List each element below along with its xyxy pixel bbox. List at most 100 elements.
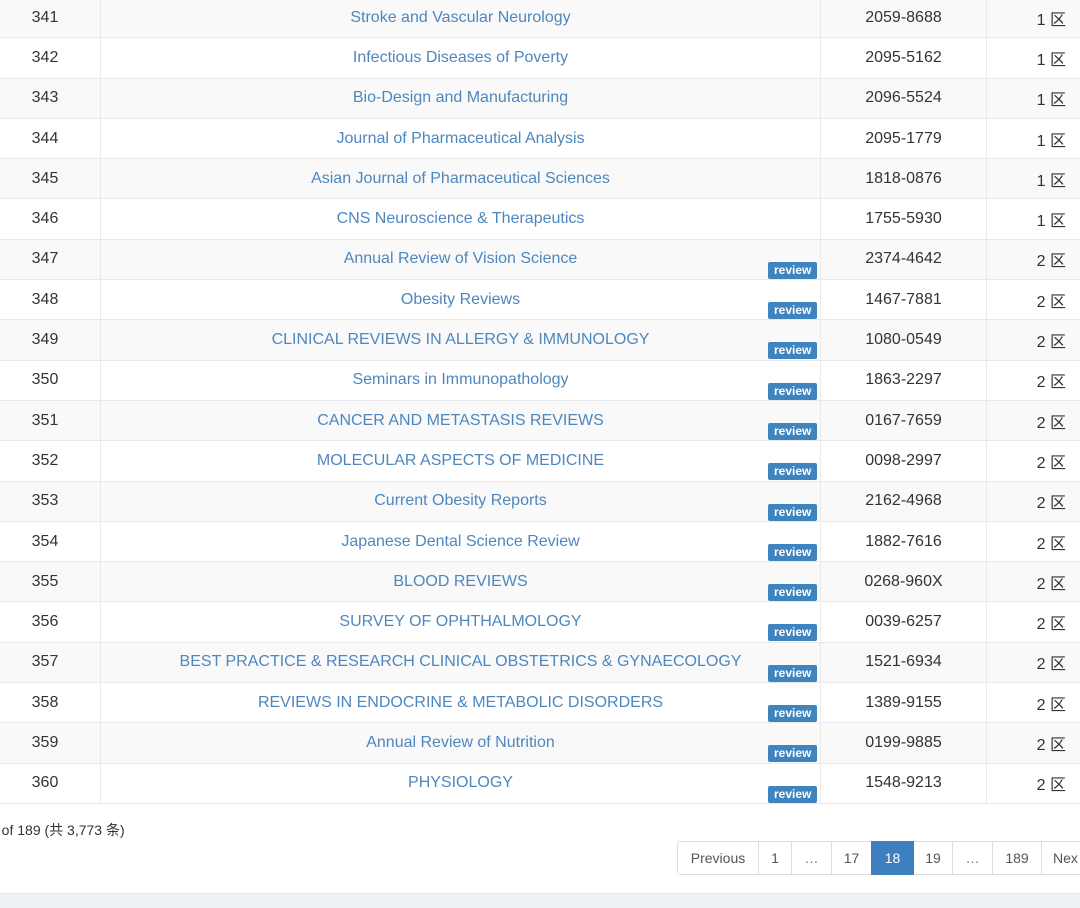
journal-name-link[interactable]: CLINICAL REVIEWS IN ALLERGY & IMMUNOLOGY — [272, 331, 650, 349]
rank-text: 353 — [31, 492, 59, 510]
issn-text: 1548-9213 — [865, 774, 942, 792]
zone-cell: 2 区 — [987, 764, 1080, 803]
table-row: 341 Stroke and Vascular Neurology 2059-8… — [0, 0, 1080, 39]
review-badge: review — [768, 503, 818, 521]
next-page-button[interactable]: Nex — [1041, 841, 1080, 875]
footer-band — [0, 893, 1080, 908]
table-row: 346 CNS Neuroscience & Therapeutics 1755… — [0, 199, 1080, 240]
rank-cell: 347 — [0, 239, 101, 280]
rank-text: 359 — [31, 733, 59, 751]
rank-cell: 356 — [0, 602, 101, 642]
journal-name-link[interactable]: Annual Review of Nutrition — [366, 734, 555, 752]
zone-cell: 1 区 — [987, 119, 1080, 158]
rank-cell: 343 — [0, 78, 101, 118]
journal-name-cell: REVIEWS IN ENDOCRINE & METABOLIC DISORDE… — [101, 683, 821, 723]
zone-text: 1 区 — [1036, 172, 1066, 190]
rank-cell: 352 — [0, 441, 101, 481]
journal-name-cell: Seminars in Immunopathology — [101, 360, 821, 400]
journal-name-link[interactable]: Obesity Reviews — [401, 291, 520, 309]
rank-cell: 354 — [0, 521, 101, 562]
issn-cell: 1818-0876 — [821, 159, 987, 199]
issn-text: 0167-7659 — [865, 411, 942, 429]
issn-text: 1882-7616 — [865, 532, 942, 550]
zone-text: 2 区 — [1036, 616, 1066, 634]
journal-name-link[interactable]: PHYSIOLOGY — [408, 774, 513, 792]
issn-text: 2374-4642 — [865, 250, 942, 268]
zone-text: 2 区 — [1036, 696, 1066, 714]
review-badge: review — [768, 664, 818, 682]
issn-cell: 2162-4968 — [821, 481, 987, 521]
zone-cell: 2 区 — [987, 482, 1080, 521]
page-19-button[interactable]: 19 — [913, 841, 953, 875]
rank-cell: 359 — [0, 723, 101, 763]
current-page-button[interactable]: 18 — [871, 841, 914, 875]
journal-name-link[interactable]: CANCER AND METASTASIS REVIEWS — [317, 412, 604, 430]
issn-cell: 0039-6257 — [821, 602, 987, 642]
previous-page-button[interactable]: Previous — [677, 841, 759, 875]
rank-text: 357 — [31, 653, 59, 671]
zone-text: 2 区 — [1036, 656, 1066, 674]
journal-name-cell: Asian Journal of Pharmaceutical Sciences — [101, 159, 821, 199]
journal-name-cell: SURVEY OF OPHTHALMOLOGY — [101, 602, 821, 642]
page-17-button[interactable]: 17 — [831, 841, 872, 875]
zone-text: 1 区 — [1036, 51, 1066, 69]
issn-text: 2096-5524 — [865, 89, 942, 107]
journal-name-link[interactable]: BEST PRACTICE & RESEARCH CLINICAL OBSTET… — [180, 653, 742, 671]
rank-text: 347 — [31, 250, 59, 268]
journal-name-link[interactable]: BLOOD REVIEWS — [393, 573, 527, 591]
review-badge: review — [768, 785, 818, 803]
page-1-button[interactable]: 1 — [758, 841, 792, 875]
review-badge: review — [768, 705, 818, 723]
table-row: 356 SURVEY OF OPHTHALMOLOGY review 0039-… — [0, 602, 1080, 643]
zone-cell: 2 区 — [987, 361, 1080, 400]
rank-cell: 358 — [0, 683, 101, 723]
issn-cell: 2095-5162 — [821, 38, 987, 78]
journal-name-link[interactable]: SURVEY OF OPHTHALMOLOGY — [339, 613, 581, 631]
issn-cell: 1882-7616 — [821, 521, 987, 562]
journal-name-link[interactable]: Stroke and Vascular Neurology — [350, 9, 570, 27]
rank-text: 352 — [31, 451, 59, 469]
zone-cell: 1 区 — [987, 0, 1080, 37]
zone-text: 2 区 — [1036, 253, 1066, 271]
journal-name-cell: Bio-Design and Manufacturing — [101, 78, 821, 118]
zone-text: 2 区 — [1036, 293, 1066, 311]
rank-cell: 345 — [0, 159, 101, 199]
zone-cell: 1 区 — [987, 38, 1080, 77]
journal-name-link[interactable]: REVIEWS IN ENDOCRINE & METABOLIC DISORDE… — [258, 694, 663, 712]
issn-text: 0098-2997 — [865, 451, 942, 469]
table-row: 358 REVIEWS IN ENDOCRINE & METABOLIC DIS… — [0, 683, 1080, 724]
page-189-button[interactable]: 189 — [992, 841, 1042, 875]
table-row: 343 Bio-Design and Manufacturing 2096-55… — [0, 78, 1080, 119]
journal-name-link[interactable]: CNS Neuroscience & Therapeutics — [337, 210, 585, 228]
table-row: 344 Journal of Pharmaceutical Analysis 2… — [0, 118, 1080, 160]
rank-text: 342 — [31, 48, 59, 66]
journal-name-link[interactable]: Japanese Dental Science Review — [341, 533, 579, 551]
journal-name-link[interactable]: Bio-Design and Manufacturing — [353, 89, 568, 107]
zone-cell: 2 区 — [987, 602, 1080, 641]
issn-cell: 0268-960X — [821, 562, 987, 602]
review-badge: review — [768, 382, 818, 400]
zone-text: 2 区 — [1036, 495, 1066, 513]
zone-text: 2 区 — [1036, 736, 1066, 754]
journal-name-cell: Japanese Dental Science Review — [101, 521, 821, 562]
journal-name-link[interactable]: MOLECULAR ASPECTS OF MEDICINE — [317, 452, 604, 470]
zone-text: 1 区 — [1036, 213, 1066, 231]
journal-name-link[interactable]: Annual Review of Vision Science — [344, 250, 578, 268]
rank-cell: 344 — [0, 118, 101, 159]
zone-cell: 2 区 — [987, 280, 1080, 319]
journal-name-link[interactable]: Current Obesity Reports — [374, 492, 547, 510]
rank-text: 341 — [31, 8, 59, 26]
table-row: 359 Annual Review of Nutrition review 01… — [0, 723, 1080, 764]
journal-name-link[interactable]: Infectious Diseases of Poverty — [353, 49, 568, 67]
journal-name-link[interactable]: Seminars in Immunopathology — [352, 371, 568, 389]
zone-cell: 1 区 — [987, 159, 1080, 198]
table-row: 360 PHYSIOLOGY review 1548-9213 2 区 — [0, 763, 1080, 804]
zone-cell: 1 区 — [987, 79, 1080, 118]
issn-text: 1467-7881 — [865, 290, 942, 308]
journal-name-link[interactable]: Asian Journal of Pharmaceutical Sciences — [311, 170, 610, 188]
rank-cell: 360 — [0, 763, 101, 803]
issn-text: 0199-9885 — [865, 733, 942, 751]
journal-name-link[interactable]: Journal of Pharmaceutical Analysis — [336, 130, 584, 148]
rank-cell: 351 — [0, 400, 101, 441]
zone-cell: 2 区 — [987, 401, 1080, 440]
